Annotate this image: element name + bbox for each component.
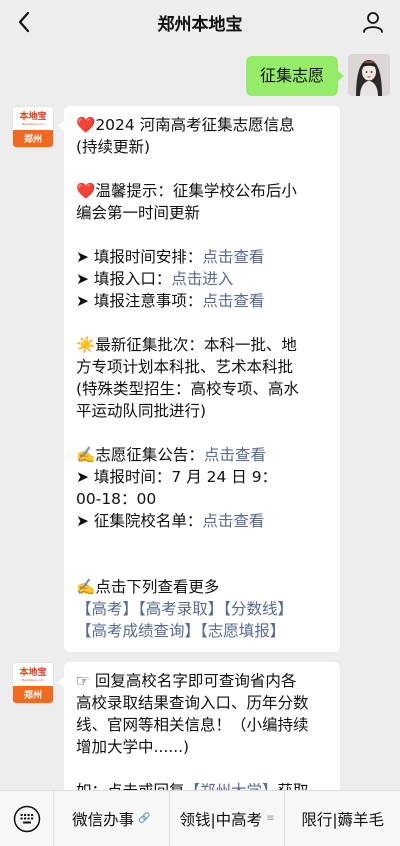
user-avatar[interactable] (348, 54, 390, 96)
tag-link-score-line[interactable]: 【分数线】 (223, 600, 293, 618)
chat-title: 郑州本地宝 (157, 14, 243, 35)
menu-label: 微信办事 (72, 810, 135, 829)
message-line: ☀️最新征集批次：本科一批、地 (76, 336, 297, 354)
notice-link[interactable]: 点击查看 (204, 446, 266, 464)
message-line: ➤ 填报注意事项：点击查看 (76, 292, 265, 310)
message-line: 平运动队同批进行) (76, 402, 207, 420)
tags-row: 【高考】【高考录取】【分数线】 (76, 598, 330, 620)
brand-logo-text: 本地宝 (19, 667, 47, 678)
time-schedule-link[interactable]: 点击查看 (202, 248, 264, 266)
chat-header: 郑州本地宝 (0, 0, 400, 44)
link-icon: 🔗 (138, 813, 151, 824)
keyboard-icon (13, 805, 40, 832)
outgoing-bubble[interactable]: 征集志愿 (245, 56, 345, 96)
message-line: ❤️2024 河南高考征集志愿信息 (76, 116, 295, 134)
menu-label: 领钱|中高考 (179, 810, 263, 829)
message-line: 00-18：00 (76, 490, 157, 508)
message-line: ☞ 回复高校名字即可查询省内各 (76, 672, 297, 690)
brand-logo-url: Bendibao.com (22, 121, 44, 126)
keyboard-toggle-button[interactable] (0, 790, 54, 846)
message-line: 如：点击或回复【郑州大学】获取 (76, 780, 330, 790)
message-line: ➤ 填报时间：7 月 24 日 9： (76, 468, 278, 486)
person-icon (363, 12, 383, 33)
submenu-icon: ≡ (266, 813, 275, 824)
message-line: 编会第一时间更新 (76, 204, 201, 222)
message-line: 高校录取结果查询入口、历年分数 (76, 694, 309, 712)
tag-link-application[interactable]: 【志愿填报】 (200, 622, 285, 640)
chat-area[interactable]: 征集志愿 本地宝 Bendibao.com 郑州 ❤️2024 河南高考征集志愿… (0, 44, 400, 790)
tag-link-gaokao[interactable]: 【高考】 (76, 600, 138, 618)
message-line: ➤ 征集院校名单：点击查看 (76, 512, 265, 530)
zhengzhou-university-link[interactable]: 【郑州大学】 (185, 782, 278, 790)
brand-avatar[interactable]: 本地宝 Bendibao.com 郑州 (12, 106, 54, 148)
incoming-message-row: 本地宝 Bendibao.com 郑州 ☞ 回复高校名字即可查询省内各 高校录取… (12, 662, 340, 790)
heart-icon: ❤️ (76, 182, 96, 200)
writing-hand-icon: ✍️ (76, 578, 96, 596)
notes-link[interactable]: 点击查看 (202, 292, 264, 310)
incoming-message-row: 本地宝 Bendibao.com 郑州 ❤️2024 河南高考征集志愿信息 (持… (12, 106, 340, 652)
profile-button[interactable] (360, 9, 386, 35)
tag-link-admission[interactable]: 【高考录取】 (138, 600, 223, 618)
brand-city: 郑州 (13, 686, 53, 703)
chevron-left-icon (18, 11, 30, 33)
heart-icon: ❤️ (76, 116, 96, 134)
message-line: 线、官网等相关信息！（小编持续 (76, 716, 309, 734)
message-line: ✍️点击下列查看更多 (76, 578, 220, 596)
message-line: ➤ 填报时间安排：点击查看 (76, 248, 265, 266)
message-line: ❤️温馨提示：征集学校公布后小 (76, 182, 297, 200)
incoming-bubble[interactable]: ❤️2024 河南高考征集志愿信息 (持续更新) ❤️温馨提示：征集学校公布后小… (58, 106, 340, 652)
entry-link[interactable]: 点击进入 (171, 270, 233, 288)
message-line: (持续更新) (76, 138, 151, 156)
bottom-menu-bar: 微信办事 🔗 领钱|中高考 ≡ 限行|薅羊毛 (0, 790, 400, 846)
sun-icon: ☀️ (76, 336, 96, 354)
brand-logo-url: Bendibao.com (22, 677, 44, 682)
outgoing-message-row: 征集志愿 (245, 54, 390, 96)
brand-logo-text: 本地宝 (19, 111, 47, 122)
brand-logo: 本地宝 Bendibao.com (13, 107, 53, 130)
brand-logo: 本地宝 Bendibao.com (13, 663, 53, 686)
message-line: (特殊类型招生：高校专项、高水 (76, 380, 300, 398)
message-line: ✍️志愿征集公告：点击查看 (76, 446, 266, 464)
schools-list-link[interactable]: 点击查看 (202, 512, 264, 530)
incoming-bubble[interactable]: ☞ 回复高校名字即可查询省内各 高校录取结果查询入口、历年分数 线、官网等相关信… (58, 662, 340, 790)
user-avatar-illustration (348, 54, 390, 96)
menu-label: 限行|薅羊毛 (301, 810, 385, 829)
message-line: ➤ 填报入口：点击进入 (76, 270, 234, 288)
brand-avatar[interactable]: 本地宝 Bendibao.com 郑州 (12, 662, 54, 704)
message-line: 增加大学中......) (76, 738, 190, 756)
menu-wechat-services[interactable]: 微信办事 🔗 (54, 790, 170, 846)
menu-money-exams[interactable]: 领钱|中高考 ≡ (170, 790, 286, 846)
writing-hand-icon: ✍️ (76, 446, 96, 464)
tag-link-score-query[interactable]: 【高考成绩查询】 (76, 622, 200, 640)
brand-city: 郑州 (13, 130, 53, 147)
back-button[interactable] (10, 8, 38, 36)
tags-row: 【高考成绩查询】【志愿填报】 (76, 620, 330, 642)
message-line: 方专项计划本科批、艺术本科批 (76, 358, 294, 376)
menu-traffic-deals[interactable]: 限行|薅羊毛 (285, 791, 400, 846)
